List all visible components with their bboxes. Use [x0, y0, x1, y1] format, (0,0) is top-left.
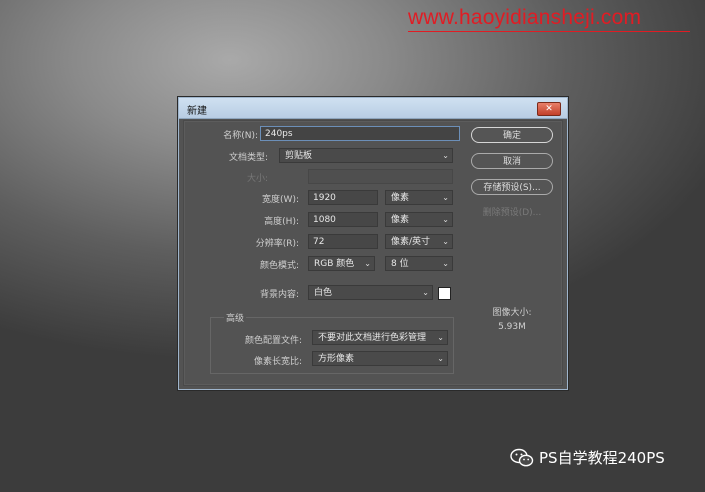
chevron-down-icon: ⌄ — [437, 354, 444, 363]
save-preset-button[interactable]: 存储预设(S)... — [471, 179, 553, 195]
chevron-down-icon: ⌄ — [442, 193, 449, 202]
background-color-swatch[interactable] — [438, 287, 451, 300]
resolution-input[interactable]: 72 — [308, 234, 378, 249]
chevron-down-icon: ⌄ — [442, 237, 449, 246]
height-unit-select[interactable]: 像素 ⌄ — [385, 212, 453, 227]
color-profile-value: 不要对此文档进行色彩管理 — [318, 333, 427, 343]
delete-preset-button: 删除预设(D)... — [482, 208, 542, 218]
color-mode-select[interactable]: RGB 颜色 ⌄ — [308, 256, 375, 271]
size-label: 大小: — [246, 174, 268, 184]
width-label: 宽度(W): — [262, 195, 299, 205]
ok-button[interactable]: 确定 — [471, 127, 553, 143]
doc-type-value: 剪贴板 — [285, 151, 313, 161]
image-size-label: 图像大小: — [492, 308, 532, 318]
color-mode-label: 颜色模式: — [259, 261, 299, 271]
height-input[interactable]: 1080 — [308, 212, 378, 227]
close-button[interactable]: ✕ — [537, 102, 561, 116]
doc-type-select[interactable]: 剪贴板 ⌄ — [279, 148, 453, 163]
color-mode-value: RGB 颜色 — [314, 259, 355, 269]
name-input[interactable]: 240ps — [260, 126, 460, 141]
resolution-unit-select[interactable]: 像素/英寸 ⌄ — [385, 234, 453, 249]
color-profile-label: 颜色配置文件: — [244, 336, 302, 346]
width-unit-value: 像素 — [391, 193, 410, 203]
image-size-value: 5.93M — [498, 322, 526, 332]
dialog-titlebar: 新建 ✕ — [179, 98, 567, 119]
background-value: 白色 — [314, 288, 333, 298]
size-select — [308, 169, 453, 184]
height-label: 高度(H): — [264, 217, 299, 227]
dialog-body: 名称(N): 240ps 文档类型: 剪贴板 ⌄ 大小: 宽度(W): 1920… — [183, 120, 563, 386]
background-select[interactable]: 白色 ⌄ — [308, 285, 433, 300]
dialog-title: 新建 — [187, 106, 207, 117]
pixel-aspect-select[interactable]: 方形像素 ⌄ — [312, 351, 448, 366]
chevron-down-icon: ⌄ — [422, 288, 429, 297]
wechat-watermark: PS自学教程240PS — [510, 447, 665, 468]
background-label: 背景内容: — [259, 290, 299, 300]
chevron-down-icon: ⌄ — [442, 151, 449, 160]
color-profile-select[interactable]: 不要对此文档进行色彩管理 ⌄ — [312, 330, 448, 345]
pixel-aspect-value: 方形像素 — [318, 354, 355, 364]
name-label: 名称(N): — [223, 131, 258, 141]
resolution-unit-value: 像素/英寸 — [391, 237, 431, 247]
watermark-url: www.haoyidiansheji.com — [408, 6, 642, 29]
cancel-button[interactable]: 取消 — [471, 153, 553, 169]
height-unit-value: 像素 — [391, 215, 410, 225]
wechat-account-name: PS自学教程240PS — [539, 449, 665, 467]
chevron-down-icon: ⌄ — [442, 259, 449, 268]
watermark-underline — [408, 31, 690, 32]
doc-type-label: 文档类型: — [228, 153, 268, 163]
chevron-down-icon: ⌄ — [442, 215, 449, 224]
wechat-icon — [510, 448, 534, 466]
new-document-dialog: 新建 ✕ 名称(N): 240ps 文档类型: 剪贴板 ⌄ 大小: 宽度(W):… — [178, 97, 568, 390]
chevron-down-icon: ⌄ — [364, 259, 371, 268]
width-unit-select[interactable]: 像素 ⌄ — [385, 190, 453, 205]
bit-depth-select[interactable]: 8 位 ⌄ — [385, 256, 453, 271]
width-input[interactable]: 1920 — [308, 190, 378, 205]
pixel-aspect-label: 像素长宽比: — [253, 357, 302, 367]
advanced-group-title: 高级 — [224, 311, 247, 324]
bit-depth-value: 8 位 — [391, 259, 409, 269]
resolution-label: 分辨率(R): — [255, 239, 299, 249]
chevron-down-icon: ⌄ — [437, 333, 444, 342]
